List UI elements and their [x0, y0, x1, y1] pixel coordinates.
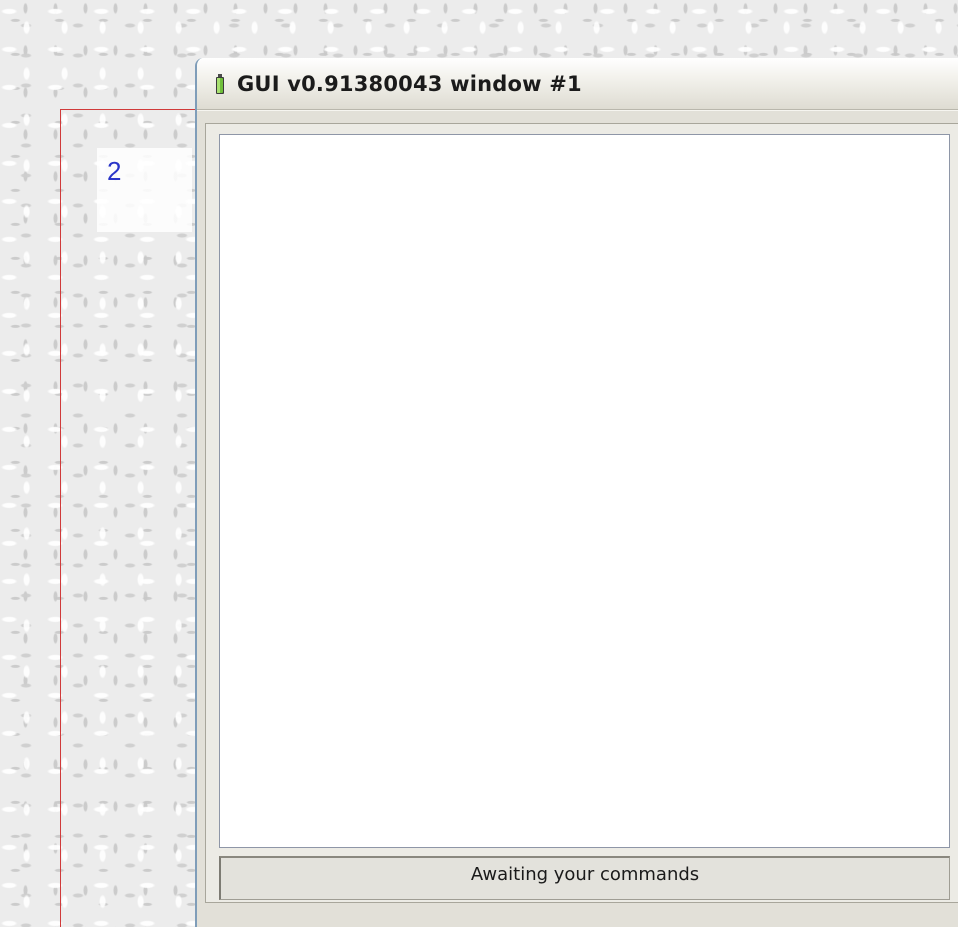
window-titlebar[interactable]: GUI v0.91380043 window #1 — [197, 58, 958, 110]
status-message: Awaiting your commands — [470, 864, 700, 885]
drawing-canvas[interactable] — [219, 134, 950, 848]
green-battery-icon — [215, 73, 225, 94]
annotation-number: 2 — [107, 156, 122, 186]
window-title: GUI v0.91380043 window #1 — [237, 71, 582, 96]
status-bar: Awaiting your commands — [219, 856, 950, 900]
